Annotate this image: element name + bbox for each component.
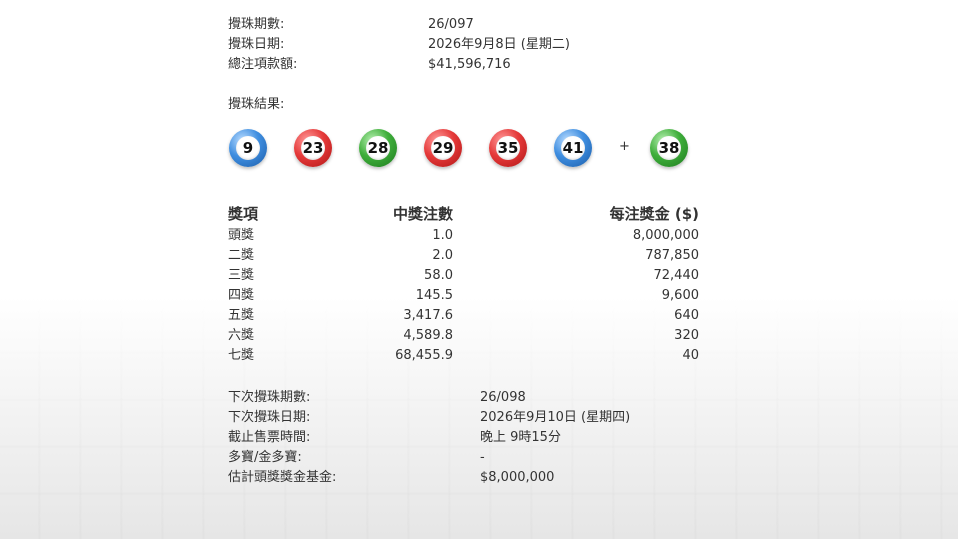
ball-number: 9 [236,136,260,160]
draw-results-label: 攪珠結果: [228,97,285,112]
cutoff-time-value: 晚上 9時15分 [480,430,561,445]
prize-name: 頭獎 [228,228,255,243]
prize-name: 三獎 [228,268,255,283]
prize-winners: 3,417.6 [403,308,453,323]
prize-name: 七獎 [228,348,255,363]
ball-2: 23 [294,129,332,167]
jackpot-label: 估計頭獎獎金基金: [228,470,337,485]
ball-number: 38 [657,136,681,160]
header-winners: 中獎注數 [392,205,453,223]
plus-sign: + [619,139,630,154]
draw-number-label: 攪珠期數: [228,17,285,32]
snowball-label: 多寶/金多寶: [228,450,302,465]
prize-winners: 145.5 [415,288,453,303]
prize-name: 四獎 [228,288,255,303]
prize-amount: 40 [682,348,699,363]
cutoff-time-label: 截止售票時間: [228,430,311,445]
prize-amount: 787,850 [645,248,699,263]
header-amount: 每注獎金 ($) [609,205,699,223]
extra-ball: 38 [650,129,688,167]
prize-winners: 2.0 [432,248,453,263]
turnover-label: 總注項款額: [228,57,298,72]
ball-number: 23 [301,136,325,160]
prize-winners: 1.0 [432,228,453,243]
prize-amount: 8,000,000 [632,228,699,243]
ball-number: 28 [366,136,390,160]
prize-name: 五獎 [228,308,255,323]
snowball-value: - [480,450,485,465]
prize-winners: 4,589.8 [403,328,453,343]
ball-number: 29 [431,136,455,160]
ball-5: 35 [489,129,527,167]
ball-4: 29 [424,129,462,167]
ball-6: 41 [554,129,592,167]
turnover-value: $41,596,716 [428,57,511,72]
ball-number: 35 [496,136,520,160]
prize-name: 六獎 [228,328,255,343]
background-decoration [0,300,958,539]
prize-amount: 9,600 [661,288,699,303]
prize-winners: 58.0 [424,268,453,283]
ball-3: 28 [359,129,397,167]
draw-date-value: 2026年9月8日 (星期二) [428,37,570,52]
prize-name: 二獎 [228,248,255,263]
ball-1: 9 [229,129,267,167]
next-draw-number-label: 下次攪珠期數: [228,390,311,405]
prize-amount: 640 [674,308,699,323]
next-draw-date-value: 2026年9月10日 (星期四) [480,410,631,425]
header-prize: 獎項 [228,205,259,223]
draw-number-value: 26/097 [428,17,474,32]
next-draw-date-label: 下次攪珠日期: [228,410,311,425]
prize-amount: 320 [674,328,699,343]
jackpot-value: $8,000,000 [480,470,555,485]
prize-amount: 72,440 [653,268,700,283]
next-draw-number-value: 26/098 [480,390,526,405]
draw-date-label: 攪珠日期: [228,37,285,52]
prize-winners: 68,455.9 [395,348,453,363]
ball-number: 41 [561,136,585,160]
